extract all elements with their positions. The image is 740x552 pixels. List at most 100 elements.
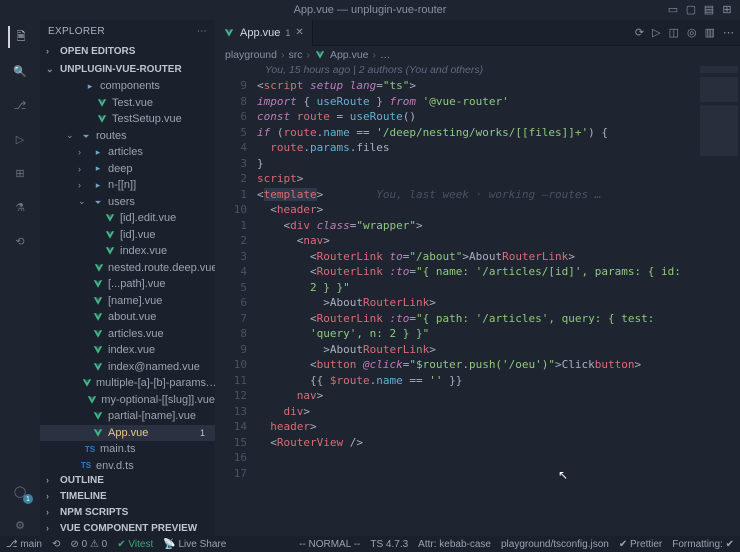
ts-version[interactable]: TS 4.7.3 — [370, 539, 408, 550]
tree-item-label: routes — [96, 130, 127, 142]
split-icon[interactable]: ▥ — [705, 26, 715, 39]
section-open-editors[interactable]: ›OPEN EDITORS — [40, 42, 215, 60]
layout-controls[interactable]: ▭ ▢ ▤ ⊞ — [666, 3, 734, 16]
run-debug-icon[interactable]: ▷ — [9, 128, 31, 150]
window-titlebar: App.vue — unplugin-vue-router ▭ ▢ ▤ ⊞ — [0, 0, 740, 20]
explorer-icon[interactable]: 🗎 — [8, 26, 30, 48]
tree-item[interactable]: nested.route.deep.vue — [40, 260, 215, 277]
section-timeline[interactable]: ›TIMELINE — [40, 488, 215, 504]
vue-icon — [92, 345, 104, 355]
tree-item-label: [name].vue — [108, 295, 162, 307]
compass-icon[interactable]: ◎ — [687, 26, 697, 39]
tree-item-label: components — [100, 80, 160, 92]
vue-icon — [92, 312, 104, 322]
remote-icon[interactable]: ⟲ — [9, 230, 31, 252]
tree-item-label: index.vue — [120, 245, 167, 257]
tree-item[interactable]: about.vue — [40, 309, 215, 326]
minimap[interactable] — [700, 66, 738, 156]
formatting-status[interactable]: Formatting: ✔ — [672, 539, 734, 550]
vue-icon — [92, 329, 104, 339]
tree-item[interactable]: ⌄🞃routes — [40, 128, 215, 145]
vue-icon — [104, 230, 116, 240]
tree-item[interactable]: articles.vue — [40, 326, 215, 343]
explorer-label: EXPLORER — [48, 26, 105, 37]
tree-item-label: App.vue — [108, 427, 148, 439]
tree-item[interactable]: App.vue1 — [40, 425, 215, 442]
vim-mode: -- NORMAL -- — [299, 539, 360, 550]
tree-item[interactable]: ›▸articles — [40, 144, 215, 161]
panel-icon[interactable]: ▭ — [666, 3, 680, 16]
section-vue-preview[interactable]: ›VUE COMPONENT PREVIEW — [40, 520, 215, 536]
liveshare-status[interactable]: 📡 Live Share — [163, 539, 226, 550]
tree-item[interactable]: ›▸n-[[n]] — [40, 177, 215, 194]
panel-icon[interactable]: ⊞ — [720, 3, 734, 16]
panel-icon[interactable]: ▤ — [702, 3, 716, 16]
run-icon[interactable]: ▷ — [652, 26, 660, 39]
vue-icon — [92, 428, 104, 438]
tab-label: App.vue — [240, 27, 280, 39]
tree-item[interactable]: partial-[name].vue — [40, 408, 215, 425]
section-outline[interactable]: ›OUTLINE — [40, 472, 215, 488]
tree-item[interactable]: my-optional-[[slug]].vue — [40, 392, 215, 409]
vue-icon — [94, 263, 104, 273]
tree-item[interactable]: [...path].vue — [40, 276, 215, 293]
test-icon[interactable]: ⚗ — [9, 196, 31, 218]
tab-badge: 1 — [285, 28, 290, 38]
more-icon[interactable]: ⋯ — [723, 26, 734, 39]
line-gutter: 98654321101234567891011121314151617 — [215, 78, 257, 536]
section-project[interactable]: ⌄UNPLUGIN-VUE-ROUTER — [40, 60, 215, 78]
close-icon[interactable]: ✕ — [295, 27, 303, 38]
tree-item-label: partial-[name].vue — [108, 410, 196, 422]
tree-item[interactable]: index.vue — [40, 243, 215, 260]
tree-item[interactable]: Test.vue — [40, 95, 215, 112]
tree-item[interactable]: ›▸deep — [40, 161, 215, 178]
folder-icon: ▸ — [92, 180, 104, 191]
section-npm[interactable]: ›NPM SCRIPTS — [40, 504, 215, 520]
panel-icon[interactable]: ▢ — [684, 3, 698, 16]
tree-item-label: env.d.ts — [96, 460, 134, 472]
tree-item[interactable]: ⌄🞃users — [40, 194, 215, 211]
attr-case[interactable]: Attr: kebab-case — [418, 539, 491, 550]
code-body[interactable]: <script setup lang="ts">import { useRout… — [257, 78, 740, 536]
settings-gear-icon[interactable]: ⚙ — [9, 514, 31, 536]
vue-icon — [92, 362, 104, 372]
tab-app-vue[interactable]: App.vue 1 ✕ — [215, 20, 313, 46]
vue-icon — [104, 213, 116, 223]
vue-icon — [104, 246, 116, 256]
code-area[interactable]: 98654321101234567891011121314151617 <scr… — [215, 78, 740, 536]
gitlens-authors: You, 15 hours ago | 2 authors (You and o… — [215, 64, 740, 78]
tree-item[interactable]: ▸components — [40, 78, 215, 95]
tree-item[interactable]: [id].edit.vue — [40, 210, 215, 227]
extensions-icon[interactable]: ⊞ — [9, 162, 31, 184]
tree-item[interactable]: index@named.vue — [40, 359, 215, 376]
tree-item-label: [id].vue — [120, 229, 155, 241]
sync-icon[interactable]: ⟲ — [52, 539, 60, 550]
problems[interactable]: ⊘ 0 ⚠ 0 — [70, 539, 107, 550]
more-icon[interactable]: ⋯ — [197, 26, 207, 37]
search-icon[interactable]: 🔍 — [9, 60, 31, 82]
sync-icon[interactable]: ⟳ — [635, 26, 644, 39]
ts-icon: TS — [84, 445, 96, 454]
breadcrumb[interactable]: playground› src› App.vue› … — [215, 46, 740, 64]
tree-item[interactable]: TSenv.d.ts — [40, 458, 215, 473]
source-control-icon[interactable]: ⎇ — [9, 94, 31, 116]
folder-icon: ▸ — [92, 163, 104, 174]
tree-item[interactable]: TestSetup.vue — [40, 111, 215, 128]
account-icon[interactable]: ◯ — [9, 480, 31, 502]
tree-item[interactable]: TSmain.ts — [40, 441, 215, 458]
tree-item-label: articles — [108, 146, 143, 158]
tree-item-label: [id].edit.vue — [120, 212, 176, 224]
tree-item[interactable]: multiple-[a]-[b]-params.… — [40, 375, 215, 392]
vitest-status[interactable]: ✔ Vitest — [117, 539, 153, 550]
tree-item[interactable]: [id].vue — [40, 227, 215, 244]
branch-indicator[interactable]: ⎇ main — [6, 539, 42, 550]
tree-item[interactable]: [name].vue — [40, 293, 215, 310]
columns-icon[interactable]: ◫ — [669, 26, 679, 39]
tsconfig[interactable]: playground/tsconfig.json — [501, 539, 609, 550]
editor: App.vue 1 ✕ ⟳ ▷ ◫ ◎ ▥ ⋯ playground› src›… — [215, 20, 740, 536]
tree-item[interactable]: index.vue — [40, 342, 215, 359]
tree-item-label: TestSetup.vue — [112, 113, 182, 125]
vue-icon — [314, 50, 326, 60]
prettier-status[interactable]: ✔ Prettier — [619, 539, 662, 550]
vue-icon — [92, 279, 104, 289]
